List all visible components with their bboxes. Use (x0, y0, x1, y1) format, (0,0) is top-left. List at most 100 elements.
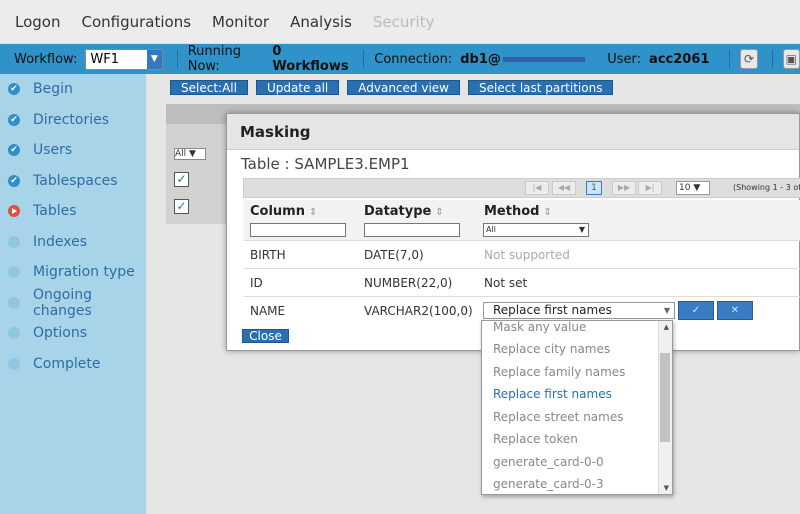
confirm-button[interactable]: ✓ (678, 301, 714, 320)
select-last-partitions-button[interactable]: Select last partitions (467, 80, 614, 95)
dropdown-option[interactable]: generate_card-0-0 (482, 451, 672, 474)
select-all-button[interactable]: Select:All (170, 80, 248, 95)
dropdown-option[interactable]: Replace street names (482, 406, 672, 429)
cell-method: Not set (484, 276, 528, 290)
method-filter-select[interactable]: All ▼ (483, 223, 589, 237)
page-size-select[interactable]: 10 ▼ (676, 181, 710, 195)
divider (729, 50, 731, 68)
dropdown-option[interactable]: Mask any value (482, 321, 672, 338)
last-page-icon[interactable]: ▶| (638, 181, 662, 195)
method-select[interactable]: Replace first names ▼ (483, 302, 675, 319)
nav-security: Security (372, 12, 435, 31)
nav-analysis[interactable]: Analysis (290, 13, 352, 31)
sidebar-item-complete[interactable]: Complete (0, 349, 146, 380)
sidebar-item-users[interactable]: ✔ Users (0, 135, 146, 166)
grid-filter-select[interactable]: All ▼ (174, 148, 206, 160)
row-checkbox[interactable]: ✓ (174, 199, 189, 214)
column-header-label: Method (484, 204, 540, 219)
sidebar-item-label: Begin (33, 81, 73, 98)
table-row[interactable]: ID NUMBER(22,0) Not set (243, 268, 800, 296)
workflow-label: Workflow: (14, 51, 78, 67)
sort-icon: ⇕ (308, 207, 318, 218)
check-icon: ✔ (8, 83, 20, 95)
pager: |◀ ◀◀ 1 ▶▶ ▶| 10 ▼ (Showing 1 - 3 of 3 (243, 178, 800, 198)
cell-column: NAME (250, 304, 286, 318)
column-header-label: Datatype (364, 204, 432, 219)
chevron-down-icon: ▼ (578, 225, 585, 234)
chevron-down-icon: ▼ (663, 306, 670, 315)
save-icon[interactable]: ▣ (782, 49, 800, 69)
refresh-icon[interactable]: ⟳ (740, 49, 758, 69)
workflow-select-value: WF1 (90, 51, 119, 67)
sidebar-item-label: Directories (33, 111, 110, 128)
column-filter-input[interactable] (250, 223, 346, 237)
nav-configurations[interactable]: Configurations (81, 13, 191, 31)
top-nav: Logon Configurations Monitor Analysis Se… (0, 0, 800, 44)
advanced-view-button[interactable]: Advanced view (347, 80, 460, 95)
cell-datatype: DATE(7,0) (364, 248, 424, 262)
divider (176, 50, 178, 68)
nav-logon[interactable]: Logon (15, 13, 60, 31)
row-checkbox[interactable]: ✓ (174, 172, 189, 187)
column-header-datatype[interactable]: Datatype ⇕ (364, 204, 444, 219)
pager-info: (Showing 1 - 3 of 3 (733, 183, 800, 192)
scroll-up-icon[interactable]: ▲ (664, 323, 669, 331)
table-row[interactable]: BIRTH DATE(7,0) Not supported (243, 240, 800, 268)
scrollbar[interactable]: ▲ ▼ (658, 321, 672, 494)
dot-icon (8, 266, 20, 278)
workflow-bar: Workflow: WF1 ▼ Running Now: 0 Workflows… (0, 44, 800, 74)
column-header-label: Column (250, 204, 305, 219)
method-dropdown-list: Mask any value Replace city names Replac… (481, 320, 673, 495)
sidebar-item-tables[interactable]: Tables (0, 196, 146, 227)
check-icon: ✔ (8, 144, 20, 156)
sidebar-item-ongoing-changes[interactable]: Ongoing changes (0, 287, 146, 319)
grid-filter-value: All (175, 149, 187, 159)
sidebar-item-tablespaces[interactable]: ✔ Tablespaces (0, 166, 146, 197)
dropdown-option[interactable]: generate_card-0-3 (482, 473, 672, 494)
datatype-filter-input[interactable] (364, 223, 460, 237)
next-page-icon[interactable]: ▶▶ (612, 181, 636, 195)
method-select-value: Replace first names (493, 303, 612, 317)
dot-icon (8, 296, 20, 309)
dropdown-option-selected[interactable]: Replace first names (482, 383, 672, 406)
page-size-value: 10 (679, 183, 691, 193)
divider (771, 50, 773, 68)
connection-label: Connection: (374, 51, 453, 67)
column-header-column[interactable]: Column ⇕ (250, 204, 317, 219)
dropdown-option[interactable]: Replace city names (482, 338, 672, 361)
dot-icon (8, 235, 20, 248)
cell-method: Not supported (484, 248, 570, 262)
cancel-button[interactable]: ✕ (717, 301, 753, 320)
masking-dialog: Masking Table : SAMPLE3.EMP1 |◀ ◀◀ 1 ▶▶ … (226, 113, 800, 351)
sidebar-item-directories[interactable]: ✔ Directories (0, 105, 146, 136)
sidebar-item-indexes[interactable]: Indexes (0, 227, 146, 258)
prev-page-icon[interactable]: ◀◀ (552, 181, 576, 195)
nav-monitor[interactable]: Monitor (212, 13, 269, 31)
sidebar-item-options[interactable]: Options (0, 318, 146, 349)
chevron-down-icon[interactable]: ▼ (146, 49, 162, 69)
scroll-thumb[interactable] (660, 353, 670, 442)
sidebar-item-label: Migration type (33, 264, 135, 281)
close-button[interactable]: Close (242, 329, 289, 343)
dialog-title: Masking (227, 114, 799, 150)
method-filter-value: All (486, 225, 496, 234)
dropdown-option[interactable]: Replace token (482, 428, 672, 451)
sort-icon: ⇕ (543, 207, 552, 218)
update-all-button[interactable]: Update all (255, 80, 340, 95)
user-label: User: (607, 51, 642, 67)
column-header-method[interactable]: Method ⇕ (484, 204, 552, 219)
sort-icon: ⇕ (435, 207, 444, 218)
sidebar-item-begin[interactable]: ✔ Begin (0, 74, 146, 105)
dot-icon (8, 357, 20, 370)
first-page-icon[interactable]: |◀ (525, 181, 549, 195)
play-icon (8, 205, 20, 217)
cell-column: ID (250, 276, 263, 290)
dropdown-option[interactable]: Replace family names (482, 361, 672, 384)
sidebar-item-migration-type[interactable]: Migration type (0, 257, 146, 288)
connection-value: db1@ (460, 51, 501, 67)
user-value: acc2061 (649, 51, 710, 67)
scroll-down-icon[interactable]: ▼ (664, 484, 669, 492)
workflow-select[interactable]: WF1 ▼ (85, 48, 163, 70)
page-number-button[interactable]: 1 (586, 181, 602, 195)
dialog-subtitle: Table : SAMPLE3.EMP1 (241, 155, 410, 173)
